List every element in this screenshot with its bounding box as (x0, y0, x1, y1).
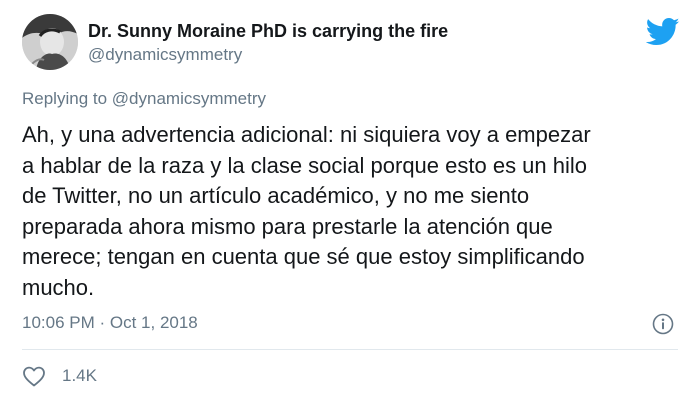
tweet-timestamp[interactable]: 10:06 PM · Oct 1, 2018 (22, 313, 198, 333)
tweet-text: Ah, y una advertencia adicional: ni siqu… (22, 120, 687, 303)
twitter-bird-icon[interactable] (646, 17, 680, 47)
avatar[interactable] (22, 14, 78, 70)
divider (22, 349, 678, 350)
heart-icon (22, 365, 46, 387)
info-icon[interactable] (652, 313, 674, 335)
like-button[interactable]: 1.4K (22, 364, 97, 388)
reply-prefix: Replying to (22, 89, 108, 108)
reply-context: Replying to @dynamicsymmetry (22, 89, 266, 109)
tweet-text-line: mucho. (22, 274, 95, 300)
tweet-text-line: a hablar de la raza y la clase social po… (22, 152, 588, 178)
tweet-text-line: merece; tengan en cuenta que sé que esto… (22, 244, 585, 269)
tweet-text-line: de Twitter, no un artículo académico, y … (22, 183, 530, 208)
avatar-image (22, 14, 78, 70)
author-display-name[interactable]: Dr. Sunny Moraine PhD is carrying the fi… (88, 21, 448, 42)
like-count: 1.4K (62, 366, 97, 385)
tweet-text-line: preparada ahora mismo para prestarle la … (22, 213, 553, 239)
tweet-text-line: Ah, y una advertencia adicional: ni siqu… (22, 122, 591, 147)
tweet-card: Dr. Sunny Moraine PhD is carrying the fi… (0, 0, 700, 402)
author-handle[interactable]: @dynamicsymmetry (88, 45, 242, 65)
reply-handle-link[interactable]: @dynamicsymmetry (112, 89, 266, 108)
